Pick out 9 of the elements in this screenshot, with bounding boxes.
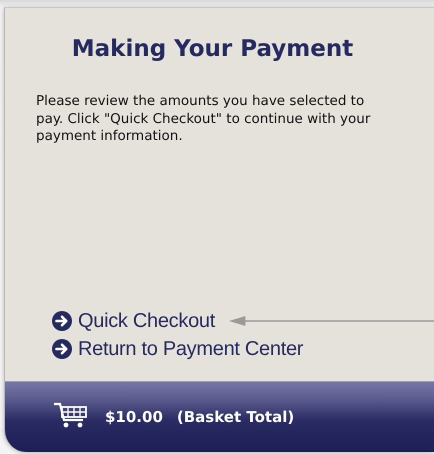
arrow-circle-icon [52, 339, 72, 359]
shopping-cart-icon [53, 401, 89, 429]
arrow-link[interactable]: Quick Checkout [52, 310, 215, 332]
panel-title: Making Your Payment [70, 36, 354, 62]
instructions-text: Please review the amounts you have selected to pay. Click "Quick Checkout" to continue with your payment information. [36, 93, 372, 146]
arrow-circle-icon [52, 311, 72, 331]
basket-amount: $10.00 [105, 408, 163, 426]
arrow-link[interactable]: Return to Payment Center [52, 338, 304, 360]
basket-total-label: (Basket Total) [176, 408, 294, 426]
